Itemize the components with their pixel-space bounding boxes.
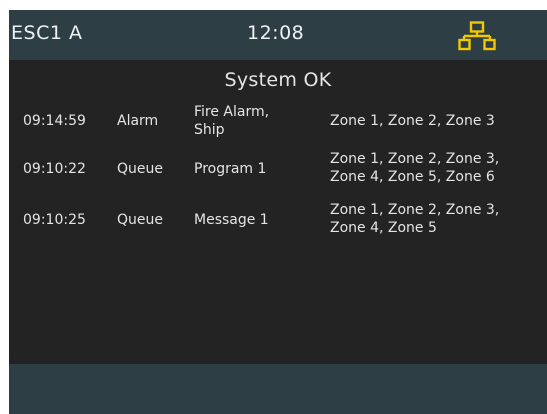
network-icon[interactable]: [458, 21, 496, 51]
event-text-line2: Ship: [194, 122, 225, 138]
event-zones-line2: Zone 4, Zone 5: [330, 220, 437, 236]
event-type: Queue: [117, 212, 163, 228]
event-panel: System OK 09:14:59 Alarm Fire Alarm, Shi…: [9, 60, 547, 364]
footer-bar: [9, 364, 547, 414]
station-name: ESC1 A: [11, 22, 83, 44]
event-text-line1: Message 1: [194, 212, 269, 228]
event-zones-line1: Zone 1, Zone 2, Zone 3,: [330, 202, 500, 218]
display-screen: ESC1 A 12:08 System OK 09:14:59 Alarm Fi…: [9, 10, 547, 414]
event-row[interactable]: 09:10:25 Queue Message 1 Zone 1, Zone 2,…: [9, 202, 547, 248]
event-text-line1: Fire Alarm,: [194, 104, 270, 120]
event-time: 09:14:59: [23, 113, 86, 129]
event-type: Queue: [117, 161, 163, 177]
event-time: 09:10:22: [23, 161, 86, 177]
event-zones-line2: Zone 4, Zone 5, Zone 6: [330, 169, 495, 185]
event-type: Alarm: [117, 113, 159, 129]
header-bar: ESC1 A 12:08: [9, 10, 547, 60]
event-time: 09:10:25: [23, 212, 86, 228]
clock: 12:08: [247, 22, 305, 44]
event-row[interactable]: 09:14:59 Alarm Fire Alarm, Ship Zone 1, …: [9, 104, 547, 150]
system-status: System OK: [224, 69, 332, 91]
event-row[interactable]: 09:10:22 Queue Program 1 Zone 1, Zone 2,…: [9, 151, 547, 197]
event-zones-line1: Zone 1, Zone 2, Zone 3: [330, 113, 495, 129]
event-text-line1: Program 1: [194, 161, 267, 177]
event-zones-line1: Zone 1, Zone 2, Zone 3,: [330, 151, 500, 167]
